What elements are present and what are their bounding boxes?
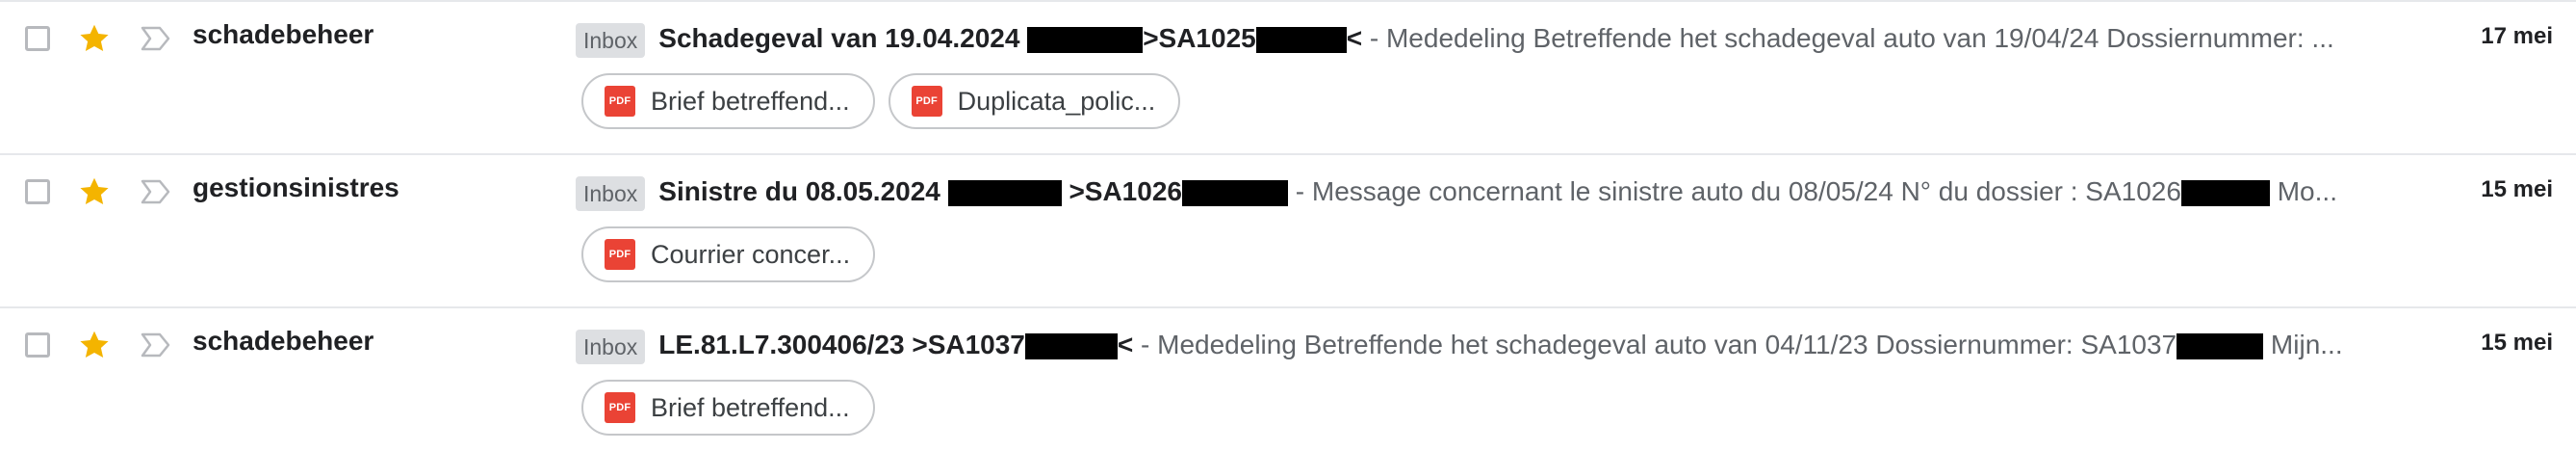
snippet-text: - Message concernant le sinistre auto du… (1295, 176, 2181, 206)
redaction-bar (947, 180, 1062, 207)
attachment-chip[interactable]: PDF Brief betreffend... (581, 380, 875, 436)
subject-text: Schadegeval van 19.04.2024 (658, 23, 1028, 53)
sender-name: schadebeheer (193, 19, 374, 49)
redaction-bar (1027, 27, 1144, 54)
select-checkbox[interactable] (25, 179, 50, 204)
attachment-chip[interactable]: PDF Courrier concer... (581, 226, 876, 282)
attachment-list: PDF Brief betreffend... (581, 380, 875, 436)
star-icon[interactable] (77, 174, 112, 209)
attachment-name: Courrier concer... (651, 239, 851, 269)
snippet-text: Mijn... (2270, 330, 2343, 359)
sender-name: gestionsinistres (193, 172, 399, 202)
subject: Schadegeval van 19.04.2024 >SA1025 < (658, 23, 1363, 54)
subject: Sinistre du 08.05.2024 >SA1026 (658, 176, 1288, 207)
attachment-chip[interactable]: PDF Brief betreffend... (581, 73, 875, 129)
attachment-list: PDF Courrier concer... (581, 226, 876, 282)
email-row[interactable]: schadebeheer Inbox Schadegeval van 19.04.… (0, 0, 2576, 153)
pdf-icon: PDF (605, 86, 635, 117)
select-checkbox[interactable] (25, 26, 50, 51)
subject-text: >SA1025 (1143, 23, 1256, 53)
label-badge: Inbox (576, 329, 646, 364)
attachment-list: PDF Brief betreffend... PDF Duplicata_po… (581, 73, 1181, 129)
subject-text: LE.81.L7.300406/23 >SA1037 (658, 330, 1025, 359)
importance-marker-icon[interactable] (139, 178, 173, 205)
snippet-text: - Mededeling Betreffende het schadegeval… (1369, 23, 2334, 53)
attachment-name: Duplicata_polic... (957, 86, 1156, 116)
redaction-bar (2180, 180, 2270, 207)
importance-marker-icon[interactable] (139, 25, 173, 52)
sender-name: schadebeheer (193, 326, 374, 356)
subject-line[interactable]: Inbox Schadegeval van 19.04.2024 >SA1025 <… (576, 19, 2366, 58)
email-row[interactable]: gestionsinistres Inbox Sinistre du 08.05.… (0, 153, 2576, 306)
star-icon[interactable] (77, 21, 112, 56)
snippet-text: Mo... (2277, 176, 2337, 206)
subject-text: < (1117, 330, 1134, 359)
subject-line[interactable]: Inbox Sinistre du 08.05.2024 >SA1026 - Me… (576, 172, 2366, 211)
attachment-chip[interactable]: PDF Duplicata_polic... (888, 73, 1181, 129)
redaction-bar (2177, 333, 2264, 360)
star-icon[interactable] (77, 328, 112, 362)
subject-text: < (1346, 23, 1363, 53)
email-list: schadebeheer Inbox Schadegeval van 19.04.… (0, 0, 2576, 451)
subject-text: Sinistre du 08.05.2024 (658, 176, 948, 206)
attachment-name: Brief betreffend... (651, 392, 850, 422)
received-date: 15 mei (2481, 330, 2553, 356)
redaction-bar (1024, 333, 1118, 360)
label-badge: Inbox (576, 175, 646, 211)
subject-line[interactable]: Inbox LE.81.L7.300406/23 >SA1037 < - Meded… (576, 326, 2366, 364)
subject: LE.81.L7.300406/23 >SA1037 < (658, 330, 1134, 360)
received-date: 17 mei (2481, 23, 2553, 49)
redaction-bar (1255, 27, 1347, 54)
redaction-bar (1181, 180, 1288, 207)
importance-marker-icon[interactable] (139, 332, 173, 358)
email-row[interactable]: schadebeheer Inbox LE.81.L7.300406/23 >SA… (0, 306, 2576, 451)
pdf-icon: PDF (605, 239, 635, 270)
attachment-name: Brief betreffend... (651, 86, 850, 116)
subject-text: >SA1026 (1069, 176, 1182, 206)
received-date: 15 mei (2481, 176, 2553, 202)
pdf-icon: PDF (911, 86, 942, 117)
label-badge: Inbox (576, 22, 646, 58)
select-checkbox[interactable] (25, 332, 50, 358)
pdf-icon: PDF (605, 392, 635, 423)
snippet-text: - Mededeling Betreffende het schadegeval… (1141, 330, 2177, 359)
